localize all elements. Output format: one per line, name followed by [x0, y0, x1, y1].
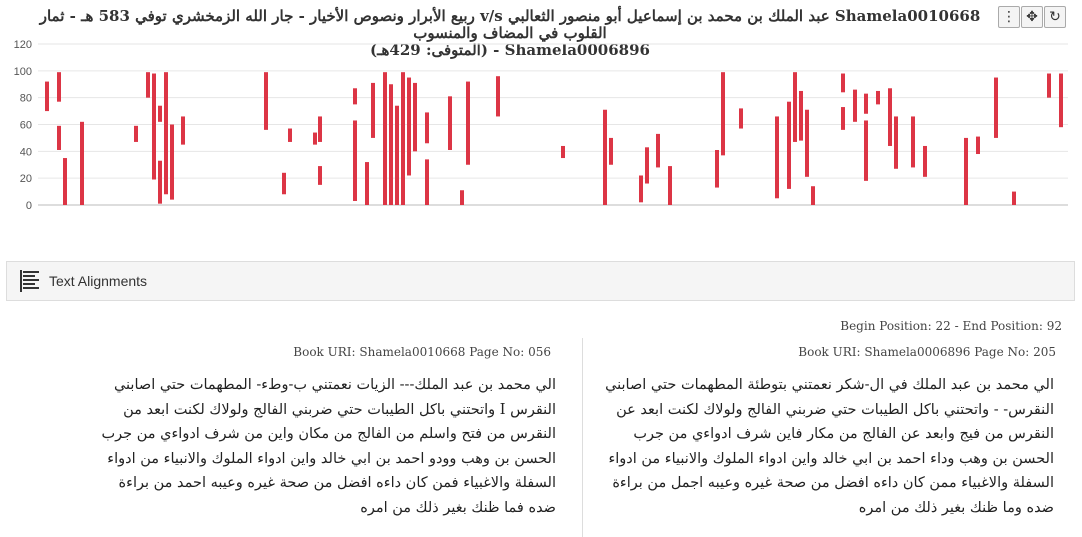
alignment-bar[interactable]	[864, 120, 868, 181]
y-tick-label: 120	[14, 39, 32, 51]
alignment-bar[interactable]	[389, 84, 393, 205]
y-tick-label: 100	[14, 66, 32, 78]
alignment-bar[interactable]	[787, 101, 791, 189]
alignment-bar[interactable]	[964, 137, 968, 205]
right-book-text: الي محمد بن عبد الملك في ال-شكر نعمتني ب…	[605, 377, 1054, 516]
alignment-bar[interactable]	[282, 172, 286, 195]
alignment-bar[interactable]	[639, 175, 643, 203]
alignment-bar[interactable]	[811, 186, 815, 205]
alignment-chart[interactable]: 0 20 40 60 80 100 120	[0, 0, 1082, 215]
alignment-bar[interactable]	[894, 116, 898, 169]
alignment-bar[interactable]	[1047, 73, 1051, 98]
alignment-bar[interactable]	[799, 90, 803, 141]
alignment-bar[interactable]	[976, 136, 980, 155]
alignment-bar[interactable]	[775, 116, 779, 199]
y-tick-label: 40	[20, 146, 32, 158]
alignment-bar[interactable]	[864, 93, 868, 114]
alignment-bar[interactable]	[181, 116, 185, 145]
alignment-bar[interactable]	[80, 121, 84, 205]
alignment-bar[interactable]	[158, 160, 162, 204]
alignment-bar[interactable]	[383, 72, 387, 205]
alignment-bar[interactable]	[353, 120, 357, 201]
alignment-bar[interactable]	[911, 116, 915, 168]
text-alignments-panel[interactable]: Text Alignments	[6, 261, 1075, 301]
position-range: Begin Position: 22 - End Position: 92	[840, 319, 1062, 333]
alignment-bar[interactable]	[656, 133, 660, 168]
alignment-bar[interactable]	[496, 76, 500, 117]
y-tick-label: 80	[20, 93, 32, 105]
alignment-bar[interactable]	[841, 73, 845, 93]
y-tick-label: 0	[26, 200, 32, 212]
alignment-bar[interactable]	[407, 77, 411, 176]
alignment-bar[interactable]	[395, 105, 399, 205]
alignment-bar[interactable]	[365, 162, 369, 205]
alignment-bar[interactable]	[371, 82, 375, 138]
alignment-bar[interactable]	[134, 125, 138, 142]
alignment-bar[interactable]	[170, 124, 174, 200]
alignment-bar[interactable]	[448, 96, 452, 150]
y-tick-label: 60	[20, 120, 32, 132]
alignment-bar[interactable]	[715, 149, 719, 188]
alignment-bar[interactable]	[313, 132, 317, 145]
alignment-bar[interactable]	[645, 147, 649, 184]
alignment-bar[interactable]	[793, 108, 797, 142]
alignment-bar[interactable]	[413, 82, 417, 152]
alignment-bar[interactable]	[876, 90, 880, 105]
left-book-text: الي محمد بن عبد الملك--- الزيات نعمتني ب…	[101, 377, 557, 516]
alignment-bar[interactable]	[152, 73, 156, 180]
alignment-bar[interactable]	[57, 125, 61, 150]
alignment-bar[interactable]	[353, 88, 357, 105]
alignment-bar[interactable]	[146, 72, 150, 98]
alignment-bar[interactable]	[923, 145, 927, 177]
alignment-bar[interactable]	[1012, 191, 1016, 205]
alignment-bar[interactable]	[805, 109, 809, 177]
alignment-bar[interactable]	[466, 81, 470, 165]
alignment-bar[interactable]	[57, 72, 61, 102]
alignment-bar[interactable]	[603, 109, 607, 205]
y-tick-label: 20	[20, 173, 32, 185]
alignment-bar[interactable]	[721, 72, 725, 156]
alignment-bar[interactable]	[853, 89, 857, 122]
alignment-bar[interactable]	[318, 116, 322, 142]
alignment-bar[interactable]	[401, 72, 405, 155]
y-axis-ticks: 0 20 40 60 80 100 120	[14, 39, 32, 212]
alignment-bar[interactable]	[460, 190, 464, 205]
alignment-bar[interactable]	[841, 107, 845, 130]
column-divider	[582, 338, 583, 537]
alignment-bar[interactable]	[425, 159, 429, 205]
chart-bars	[45, 72, 1063, 205]
alignment-bar[interactable]	[264, 72, 268, 130]
alignment-bar[interactable]	[63, 158, 67, 205]
alignment-bar[interactable]	[158, 105, 162, 122]
alignment-bar[interactable]	[609, 137, 613, 165]
alignment-bar[interactable]	[164, 72, 168, 195]
alignment-bar[interactable]	[561, 145, 565, 159]
alignment-bar[interactable]	[288, 128, 292, 142]
right-book-uri: Book URI: Shamela0006896 Page No: 205	[798, 345, 1056, 359]
alignment-bar[interactable]	[1059, 73, 1063, 128]
alignment-bar[interactable]	[45, 81, 49, 112]
alignment-bar[interactable]	[994, 77, 998, 138]
list-icon	[20, 270, 39, 292]
alignment-bar[interactable]	[425, 112, 429, 144]
left-book-uri: Book URI: Shamela0010668 Page No: 056	[293, 345, 551, 359]
alignment-bar[interactable]	[888, 88, 892, 146]
alignment-bar[interactable]	[401, 154, 405, 205]
text-alignments-label: Text Alignments	[49, 273, 148, 289]
alignment-bar[interactable]	[668, 166, 672, 205]
alignment-bar[interactable]	[739, 108, 743, 129]
alignment-bar[interactable]	[318, 166, 322, 185]
